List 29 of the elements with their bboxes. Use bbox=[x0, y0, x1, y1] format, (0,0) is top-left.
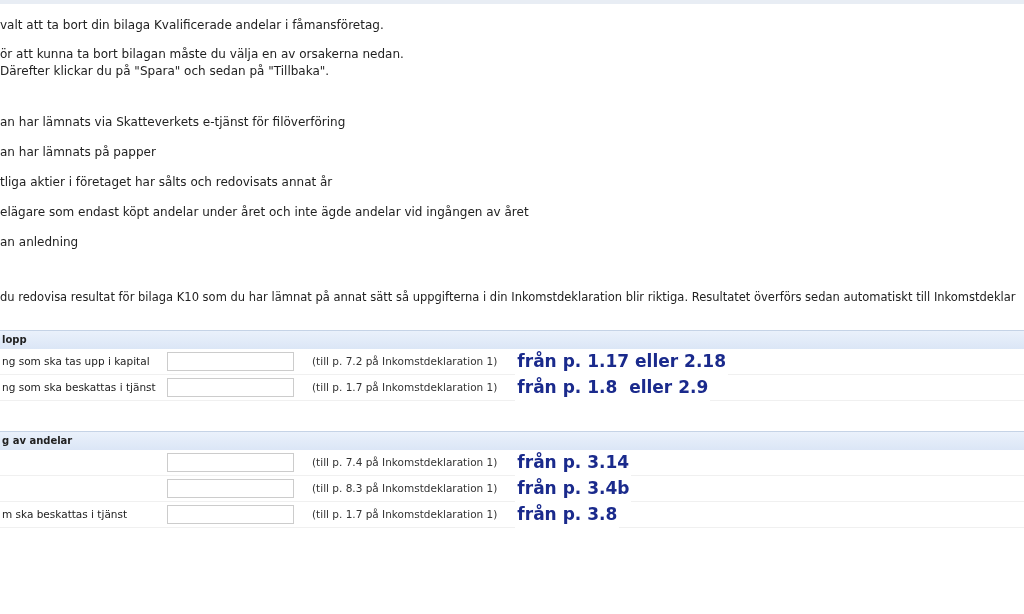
field-hint: (till p. 1.7 på Inkomstdeklaration 1) bbox=[312, 379, 498, 395]
result-note: du redovisa resultat för bilaga K10 som du har lämnat på annat sätt så uppgifterna i din Inkomstdeklaration blir riktiga. Resultatet överförs sedan automatiskt till Inkomstdeklar bbox=[0, 289, 1017, 306]
field-hint: (till p. 8.3 på Inkomstdeklaration 1) bbox=[312, 480, 498, 496]
instruction-text: ör att kunna ta bort bilagan måste du välja en av orsakerna nedan. bbox=[0, 46, 405, 63]
amount-input[interactable] bbox=[167, 352, 294, 372]
reason-option[interactable]: an har lämnats på papper bbox=[0, 144, 1024, 161]
amount-input[interactable] bbox=[167, 378, 294, 398]
amount-input[interactable] bbox=[167, 479, 294, 499]
field-hint: (till p. 7.2 på Inkomstdeklaration 1) bbox=[312, 353, 498, 369]
section-header: lopp bbox=[0, 331, 1024, 350]
reason-option[interactable]: elägare som endast köpt andelar under året och inte ägde andelar vid ingången av året bbox=[0, 204, 1024, 221]
handwritten-note: från p. 1.8 eller 2.9 bbox=[515, 375, 711, 401]
field-label: ng som ska beskattas i tjänst bbox=[2, 380, 156, 393]
field-label: m ska beskattas i tjänst bbox=[2, 507, 128, 520]
instruction-text: Därefter klickar du på "Spara" och sedan på "Tillbaka". bbox=[0, 63, 331, 80]
amount-input[interactable] bbox=[167, 505, 294, 525]
handwritten-note: från p. 3.8 bbox=[515, 502, 620, 528]
amount-input[interactable] bbox=[167, 453, 294, 473]
section-header: g av andelar bbox=[0, 432, 1024, 451]
reason-option[interactable]: an har lämnats via Skatteverkets e-tjänst för filöverföring bbox=[0, 114, 1024, 131]
field-label: ng som ska tas upp i kapital bbox=[2, 354, 150, 367]
field-hint: (till p. 7.4 på Inkomstdeklaration 1) bbox=[312, 454, 498, 470]
field-hint: (till p. 1.7 på Inkomstdeklaration 1) bbox=[312, 506, 498, 522]
handwritten-note: från p. 3.14 bbox=[515, 450, 632, 476]
reason-option[interactable]: tliga aktier i företaget har sålts och redovisats annat år bbox=[0, 174, 1024, 191]
handwritten-note: från p. 3.4b bbox=[515, 476, 632, 502]
handwritten-note: från p. 1.17 eller 2.18 bbox=[515, 349, 728, 375]
reason-option[interactable]: an anledning bbox=[0, 234, 1024, 251]
intro-text: valt att ta bort din bilaga Kvalificerade andelar i fåmansföretag. bbox=[0, 17, 385, 34]
